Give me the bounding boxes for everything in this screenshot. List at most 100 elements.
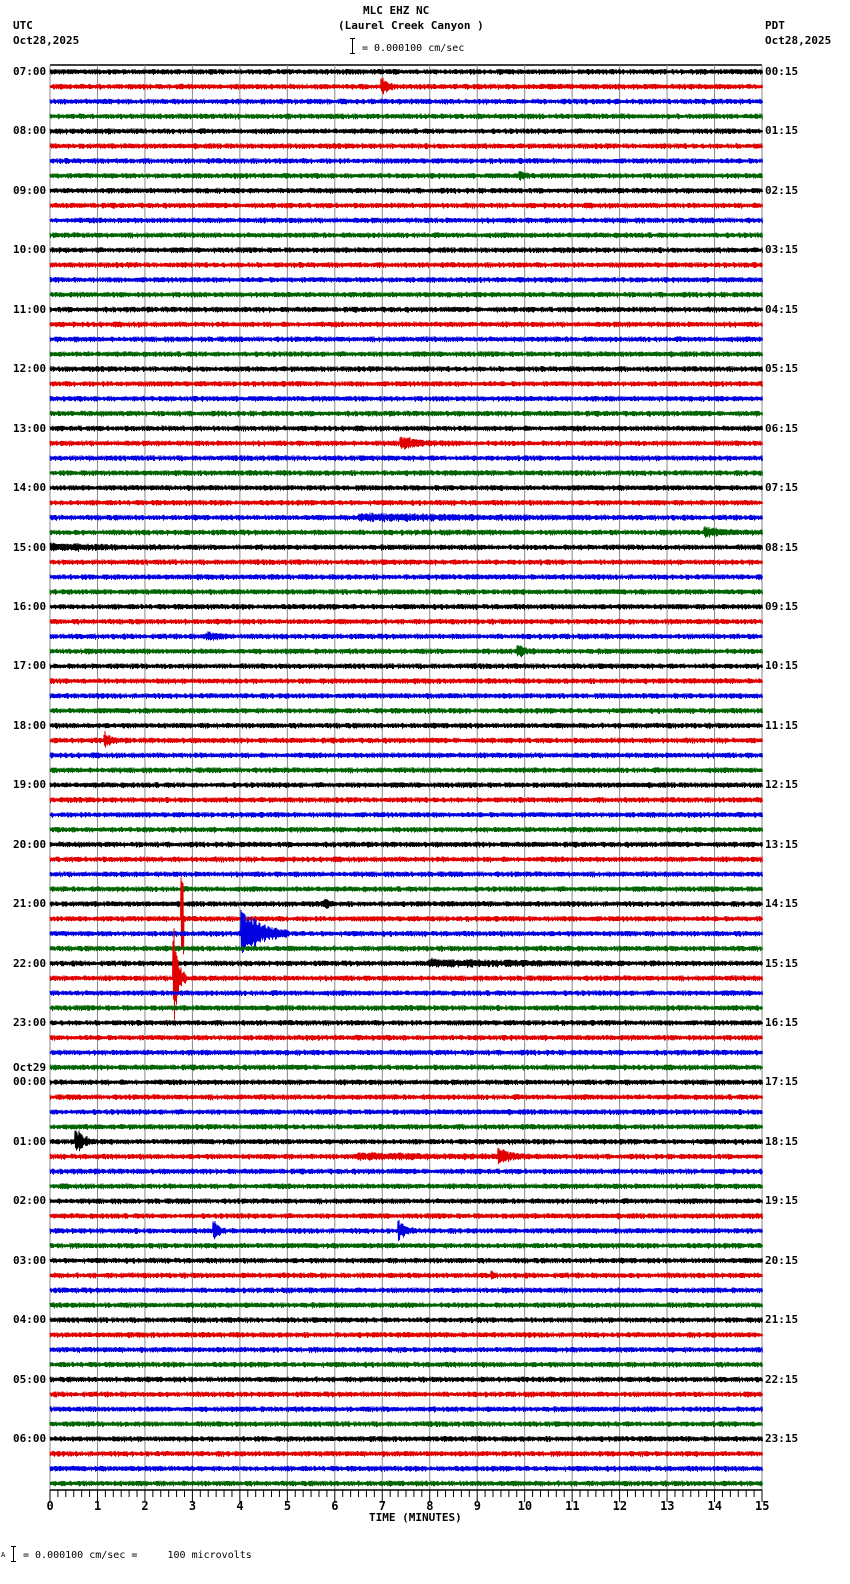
seismic-trace xyxy=(49,1005,763,1012)
seismic-trace xyxy=(49,436,763,450)
seismic-trace xyxy=(49,247,763,254)
seismic-trace xyxy=(49,351,763,358)
seismic-trace xyxy=(49,945,763,952)
seismic-trace xyxy=(49,1391,763,1398)
seismic-trace xyxy=(49,574,763,581)
seismic-trace xyxy=(49,871,763,878)
pdt-hour-label: 05:15 xyxy=(765,362,799,376)
utc-hour-label: 19:00 xyxy=(13,778,47,792)
seismic-trace xyxy=(49,306,763,313)
utc-hour-label: 08:00 xyxy=(13,124,47,138)
seismic-trace xyxy=(49,395,763,403)
pdt-hour-label: 11:15 xyxy=(765,718,799,732)
x-tick-label: 12 xyxy=(612,1499,628,1513)
pdt-hour-label: 23:15 xyxy=(765,1432,799,1446)
x-tick-label: 11 xyxy=(565,1499,580,1513)
seismic-trace xyxy=(49,217,763,224)
seismic-trace xyxy=(49,1435,763,1443)
seismic-trace xyxy=(49,722,763,729)
x-tick-label: 2 xyxy=(141,1499,149,1513)
seismic-trace xyxy=(49,1049,763,1056)
pdt-hour-label: 21:15 xyxy=(765,1313,799,1327)
seismic-trace xyxy=(49,526,763,538)
seismic-trace xyxy=(49,1064,763,1071)
seismic-trace xyxy=(49,707,763,714)
utc-hour-label: 23:00 xyxy=(13,1016,47,1030)
seismic-trace xyxy=(49,644,763,658)
utc-hour-label: 09:00 xyxy=(13,183,47,197)
pdt-hour-label: 08:15 xyxy=(765,540,799,554)
seismic-trace xyxy=(49,797,763,804)
seismic-trace xyxy=(49,1406,763,1413)
seismic-trace xyxy=(49,1242,763,1249)
seismic-trace xyxy=(49,1130,763,1152)
footer-marker: A xyxy=(1,1551,6,1559)
pdt-hour-label: 15:15 xyxy=(765,956,799,970)
seismic-trace xyxy=(49,1421,763,1428)
seismic-trace xyxy=(49,1019,763,1027)
utc-hour-label: 20:00 xyxy=(13,837,47,851)
x-tick-label: 6 xyxy=(331,1499,339,1513)
utc-hour-label: 11:00 xyxy=(13,302,47,316)
utc-hour-label: 21:00 xyxy=(13,897,47,911)
x-tick-label: 10 xyxy=(517,1499,533,1513)
pdt-hour-label: 09:15 xyxy=(765,599,799,613)
seismic-trace xyxy=(49,542,763,552)
seismic-trace xyxy=(49,1079,763,1086)
seismic-trace xyxy=(49,588,763,596)
seismic-trace xyxy=(49,262,763,269)
utc-hour-label: 12:00 xyxy=(13,362,47,376)
utc-hour-label: 07:00 xyxy=(13,65,47,78)
seismic-trace xyxy=(49,1168,763,1175)
pdt-hour-label: 13:15 xyxy=(765,837,799,851)
x-axis-title: TIME (MINUTES) xyxy=(369,1511,462,1524)
pdt-hour-label: 01:15 xyxy=(765,124,799,138)
seismic-trace xyxy=(49,171,763,181)
x-tick-label: 3 xyxy=(188,1499,197,1513)
seismic-trace xyxy=(49,856,763,863)
seismic-trace xyxy=(49,898,763,909)
x-tick-label: 15 xyxy=(755,1499,770,1513)
seismic-trace xyxy=(49,692,763,700)
seismic-trace xyxy=(49,143,763,150)
seismic-trace xyxy=(49,410,763,417)
seismic-trace xyxy=(49,1257,763,1264)
seismic-trace xyxy=(49,128,763,135)
seismic-trace xyxy=(49,1302,763,1309)
seismic-trace xyxy=(49,1361,763,1368)
utc-hour-label: 14:00 xyxy=(13,481,47,495)
pdt-hour-label: 14:15 xyxy=(765,897,799,911)
x-tick-label: 13 xyxy=(660,1499,675,1513)
seismic-trace xyxy=(49,1219,763,1242)
seismic-trace xyxy=(49,113,763,120)
seismic-trace xyxy=(49,1147,763,1165)
pdt-hour-label: 00:15 xyxy=(765,65,799,78)
seismic-trace xyxy=(49,1376,763,1383)
pdt-hour-label: 12:15 xyxy=(765,778,799,792)
footer-scale-label: = 0.000100 cm/sec = 100 microvolts xyxy=(23,1550,252,1561)
seismic-trace xyxy=(49,752,763,759)
utc-hour-label: 00:00 xyxy=(13,1075,47,1089)
seismic-trace xyxy=(49,1213,763,1220)
x-tick-label: 9 xyxy=(473,1499,481,1513)
utc-hour-label: 01:00 xyxy=(13,1134,47,1148)
utc-hour-label: 02:00 xyxy=(13,1194,47,1208)
seismic-trace xyxy=(49,366,763,373)
seismic-trace xyxy=(49,1465,763,1472)
seismic-trace xyxy=(49,68,763,76)
seismic-trace xyxy=(49,811,763,818)
pdt-hour-label: 20:15 xyxy=(765,1253,799,1267)
pdt-hour-label: 19:15 xyxy=(765,1194,799,1208)
seismic-trace xyxy=(49,730,763,748)
seismic-trace xyxy=(49,782,763,789)
footer-scale-bar-icon xyxy=(11,1546,16,1562)
seismic-trace xyxy=(49,1287,763,1294)
utc-hour-label: 06:00 xyxy=(13,1432,47,1446)
seismic-trace xyxy=(49,291,763,298)
seismic-trace xyxy=(49,321,763,328)
x-tick-label: 4 xyxy=(236,1499,244,1513)
utc-hour-label: 15:00 xyxy=(13,540,47,554)
seismic-trace xyxy=(49,1450,763,1457)
date-change-label: Oct29 xyxy=(13,1061,47,1075)
seismic-trace xyxy=(49,1270,763,1280)
